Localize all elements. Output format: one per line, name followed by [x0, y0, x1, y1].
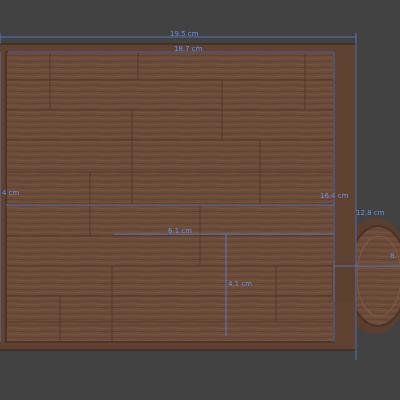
- handle-height-label: 12.8 cm: [356, 209, 385, 217]
- inner-width-label: 18.7 cm: [174, 45, 203, 53]
- cutting-board: [0, 43, 357, 351]
- left-height-label: 4 cm: [2, 189, 20, 197]
- inset-height-label: 4.1 cm: [228, 280, 252, 288]
- handle-neck: [332, 262, 356, 302]
- handle-width-label: 8.: [390, 252, 397, 260]
- scene-svg: 19.5 cm 18.7 cm 4 cm 16.4 cm 12.8 cm 6.1…: [0, 30, 400, 360]
- right-height-label: 16.4 cm: [320, 192, 349, 200]
- 3d-viewport[interactable]: 19.5 cm 18.7 cm 4 cm 16.4 cm 12.8 cm 6.1…: [0, 0, 400, 400]
- overall-width-label: 19.5 cm: [170, 30, 199, 38]
- inset-width-label: 6.1 cm: [168, 227, 192, 235]
